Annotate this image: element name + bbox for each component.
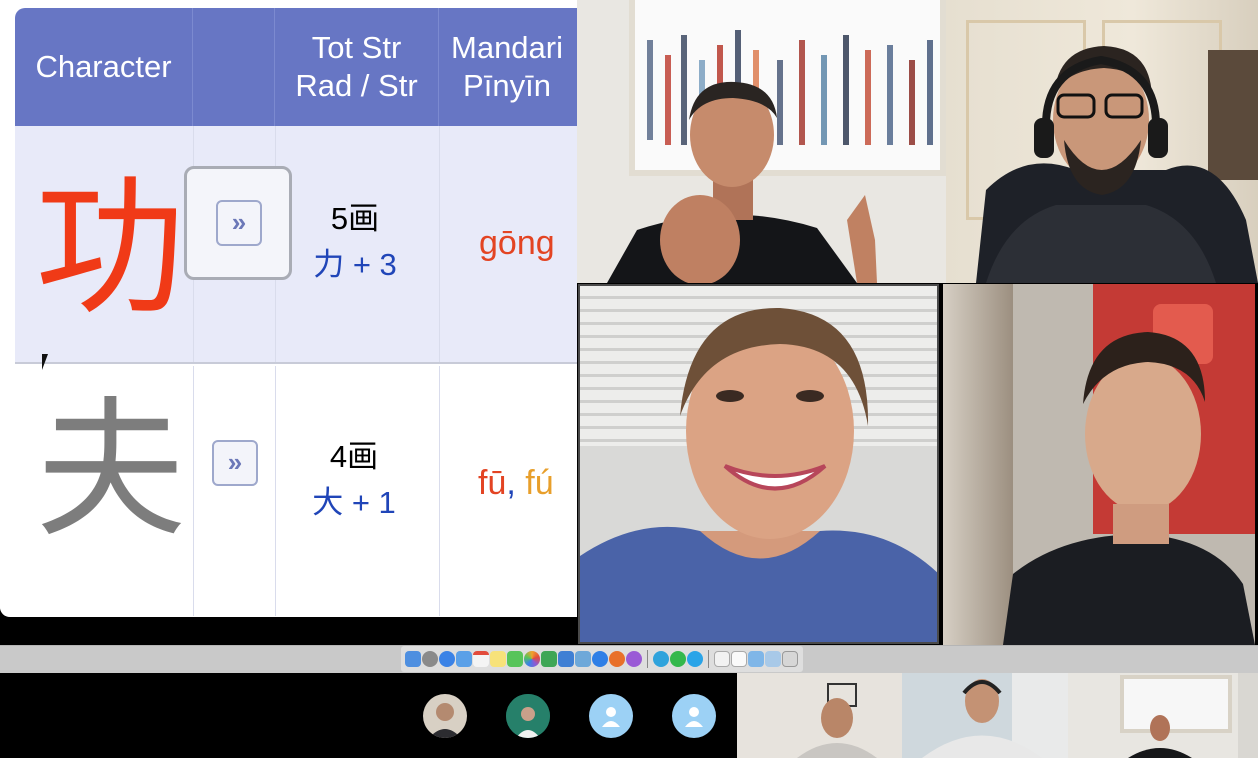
table-row[interactable]: 功 » 5画 力 + 3 gōng [15,126,577,364]
video-tile-participant-young-man[interactable] [943,284,1255,645]
launchpad-icon[interactable] [422,651,438,667]
mail-icon[interactable] [456,651,472,667]
participant-figure [797,698,877,758]
participant-avatar[interactable] [589,694,633,738]
participant-figure [976,46,1258,283]
header-strokes[interactable]: Tot Str Rad / Str [275,8,439,126]
pinyin-reading: gōng [479,224,555,262]
firefox-icon[interactable] [609,651,625,667]
participant-figure [1128,715,1192,758]
expand-button[interactable]: » [212,440,258,486]
pinyin-cell: gōng [479,224,555,263]
header-character[interactable]: Character [15,8,193,126]
numbers-icon[interactable] [541,651,557,667]
table-header: Character Tot Str Rad / Str Mandari Pīny… [15,8,577,126]
header-strokes-line2: Rad / Str [295,68,418,103]
character-cell[interactable]: 夫 [36,396,186,546]
calendar-icon[interactable] [473,651,489,667]
video-tile-participant-headset[interactable] [946,0,1258,283]
dictionary-panel: Character Tot Str Rad / Str Mandari Pīny… [0,0,577,617]
expand-button[interactable]: » [216,200,262,246]
pinyin-cell: fū, fú [478,464,554,503]
total-strokes: 4画 [329,439,379,474]
participant-thumbnail[interactable] [1068,673,1238,758]
header-strokes-line1: Tot Str [311,30,402,65]
whatsapp-icon[interactable] [670,651,686,667]
participant-figure [922,679,1042,758]
participant-thumbnail-partial[interactable] [1238,673,1258,758]
video-tile-participant-smiling[interactable] [578,284,939,644]
double-chevron-icon: » [231,207,247,237]
safari-icon[interactable] [439,651,455,667]
header-mandarin-line2: Pīnyīn [463,68,551,103]
skype-icon[interactable] [687,651,703,667]
participant-thumbnail[interactable] [902,673,1068,758]
dock [401,646,803,672]
trash-icon[interactable] [782,651,798,667]
user-silhouette-icon [685,707,703,727]
screen: Character Tot Str Rad / Str Mandari Pīny… [0,0,1258,758]
header-mandarin-line1: Mandari [451,30,563,65]
radical-strokes: 力 + 3 [313,247,397,282]
double-chevron-icon: » [227,447,243,477]
pinyin-reading: fū [478,464,507,502]
participant-figure [580,307,937,642]
video-tile-presenter[interactable] [577,0,946,283]
participant-photo-icon [506,694,550,738]
downloads-icon[interactable] [765,651,781,667]
finder-icon[interactable] [405,651,421,667]
expand-button-focus-ring[interactable]: » [184,166,292,280]
header-blank [193,8,275,126]
participant-figure [1003,332,1255,645]
user-silhouette-icon [602,707,620,727]
strokes-cell: 4画 大 + 1 [292,434,416,526]
strokes-cell: 5画 力 + 3 [293,196,417,288]
notes-icon[interactable] [490,651,506,667]
table-row[interactable]: 夫 » 4画 大 + 1 fū, fú [0,366,577,616]
messages-icon[interactable] [507,651,523,667]
preview-icon[interactable] [575,651,591,667]
podcasts-icon[interactable] [626,651,642,667]
photos-icon[interactable] [524,651,540,667]
document-icon[interactable] [714,651,730,667]
text-edit-icon[interactable] [731,651,747,667]
keynote-icon[interactable] [558,651,574,667]
app-store-icon[interactable] [592,651,608,667]
radical-strokes: 大 + 1 [312,485,396,520]
total-strokes: 5画 [330,201,380,236]
pinyin-reading-alt: fú [525,464,554,502]
header-mandarin[interactable]: Mandari Pīnyīn [439,8,577,126]
presenter-figure [607,81,877,283]
dock-separator [708,650,709,668]
participant-thumbnail[interactable] [737,673,902,758]
participant-avatar[interactable] [672,694,716,738]
telegram-icon[interactable] [653,651,669,667]
character-cell[interactable]: 功 [35,174,185,324]
mouse-cursor-icon [42,354,54,370]
participant-avatar[interactable] [423,694,467,738]
participant-photo-icon [429,703,461,738]
pinyin-separator: , [506,464,526,502]
participant-avatar[interactable] [506,694,550,738]
dock-separator [647,650,648,668]
folder-icon[interactable] [748,651,764,667]
